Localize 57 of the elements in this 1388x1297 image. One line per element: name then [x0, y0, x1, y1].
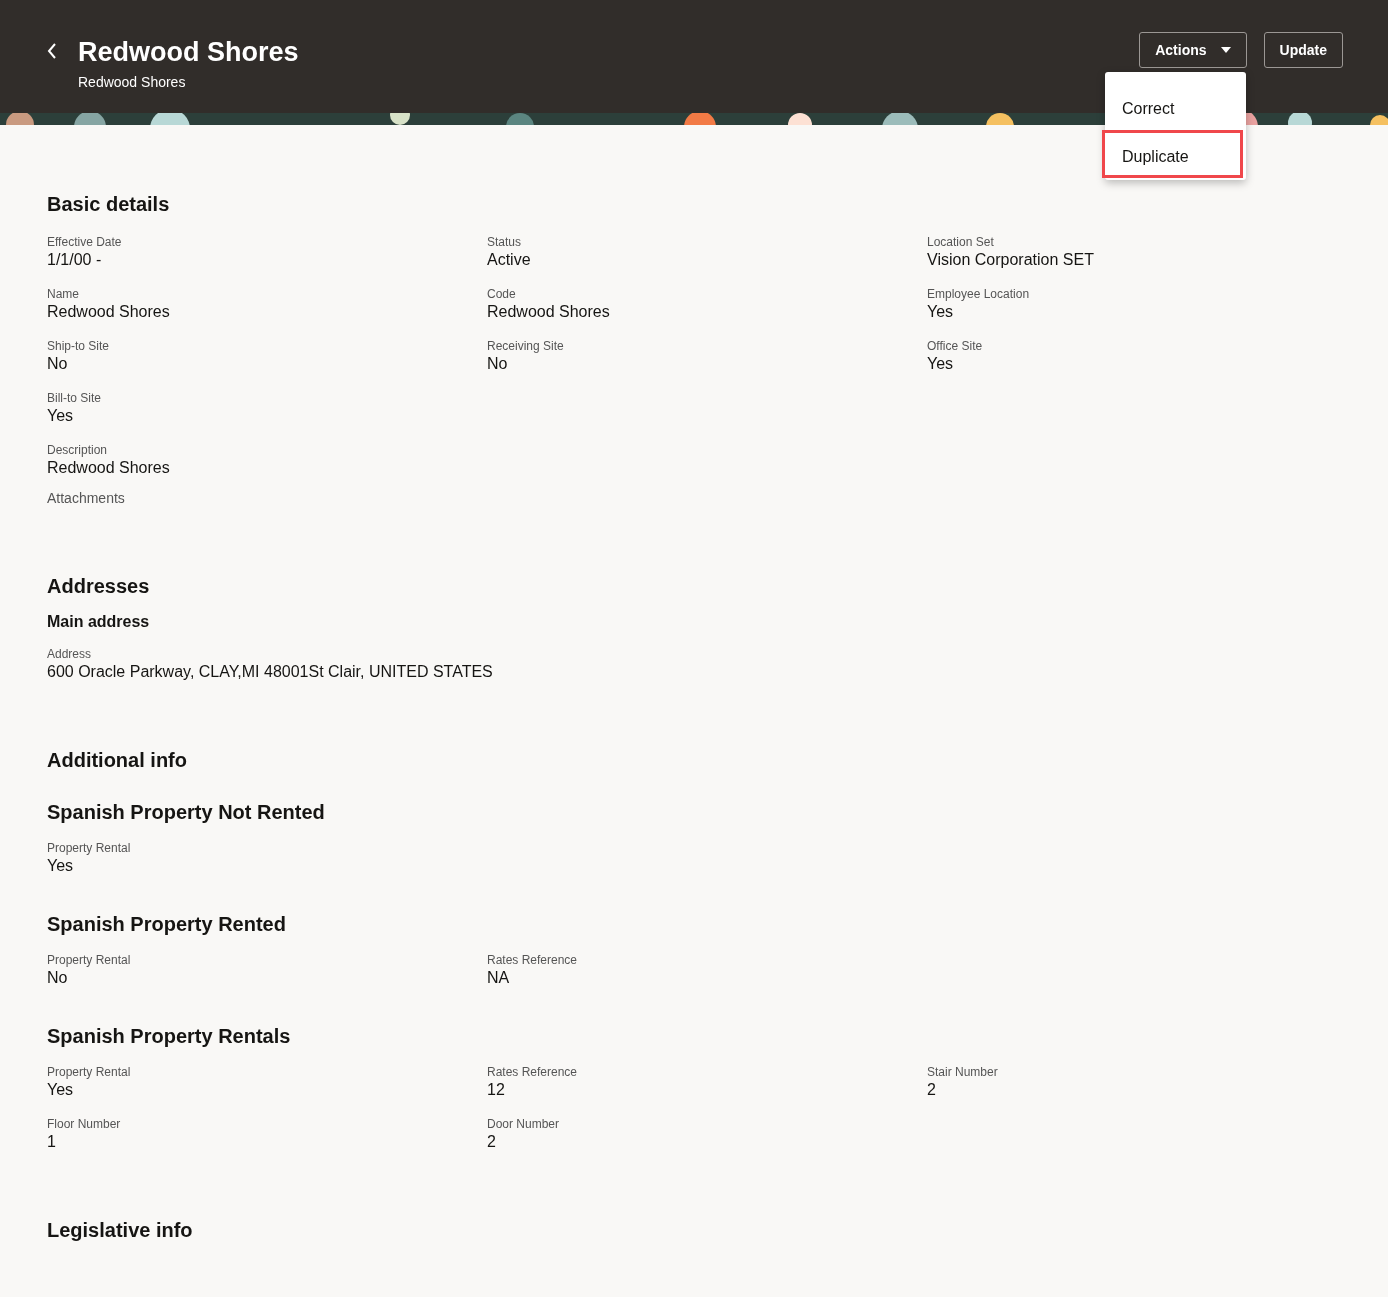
field-label: Employee Location — [927, 286, 1031, 302]
field-value: 2 — [487, 1132, 497, 1152]
field-value: 2 — [927, 1080, 937, 1100]
field-value: Redwood Shores — [487, 302, 611, 322]
caret-icon — [1220, 47, 1231, 53]
field-value: No — [47, 354, 69, 374]
attachments-link[interactable]: Attachments — [47, 488, 1341, 508]
page-title: Redwood Shores — [78, 38, 299, 66]
group-title: Spanish Property Not Rented — [47, 800, 326, 824]
field-value: NA — [487, 968, 511, 988]
field-label: Rates Reference — [487, 1064, 579, 1080]
field-label: Bill-to Site — [47, 390, 103, 406]
field-label: Description — [47, 442, 109, 458]
field-value: Yes — [927, 302, 955, 322]
field-value: Vision Corporation SET — [927, 250, 1095, 270]
field-label: Floor Number — [47, 1116, 122, 1132]
menu-item[interactable]: Correct — [1102, 82, 1243, 130]
field-value: 1/1/00 - — [47, 250, 103, 270]
field-value: 1 — [47, 1132, 57, 1152]
field-label: Status — [487, 234, 523, 250]
field-value: Yes — [47, 406, 75, 426]
field-value: No — [47, 968, 69, 988]
group-title: Spanish Property Rentals — [47, 1024, 292, 1048]
field-label: Receiving Site — [487, 338, 565, 354]
field-value: 600 Oracle Parkway, CLAY,MI 48001St Clair, UNITED STATES — [47, 662, 494, 682]
field-label: Property Rental — [47, 1064, 132, 1080]
field-value: Yes — [927, 354, 955, 374]
field-value: 12 — [487, 1080, 506, 1100]
menu-item[interactable]: Duplicate — [1102, 130, 1243, 178]
field-label: Rates Reference — [487, 952, 579, 968]
section-title: Basic details — [47, 192, 171, 216]
field-value: No — [487, 354, 509, 374]
actions-button[interactable]: Actions — [1139, 32, 1247, 68]
field-label: Address — [47, 646, 93, 662]
field-value: Yes — [47, 1080, 75, 1100]
back-icon[interactable] — [47, 43, 57, 59]
section-title: Additional info — [47, 748, 188, 772]
field-label: Office Site — [927, 338, 984, 354]
field-value: Yes — [47, 856, 75, 876]
field-value: Redwood Shores — [47, 302, 171, 322]
field-value: Active — [487, 250, 532, 270]
field-label: Door Number — [487, 1116, 561, 1132]
field-label: Location Set — [927, 234, 995, 250]
page-subtitle: Redwood Shores — [78, 74, 187, 90]
field-value: Redwood Shores — [47, 458, 171, 478]
section-title: Legislative info — [47, 1218, 194, 1242]
section-title: Addresses — [47, 574, 151, 598]
field-label: Code — [487, 286, 517, 302]
field-label: Property Rental — [47, 840, 132, 856]
field-label: Ship-to Site — [47, 338, 111, 354]
field-label: Effective Date — [47, 234, 123, 250]
field-label: Property Rental — [47, 952, 132, 968]
group-title: Spanish Property Rented — [47, 912, 287, 936]
field-label: Name — [47, 286, 80, 302]
update-button[interactable]: Update — [1263, 32, 1343, 68]
subsection-title: Main address — [47, 612, 151, 632]
field-label: Stair Number — [927, 1064, 999, 1080]
